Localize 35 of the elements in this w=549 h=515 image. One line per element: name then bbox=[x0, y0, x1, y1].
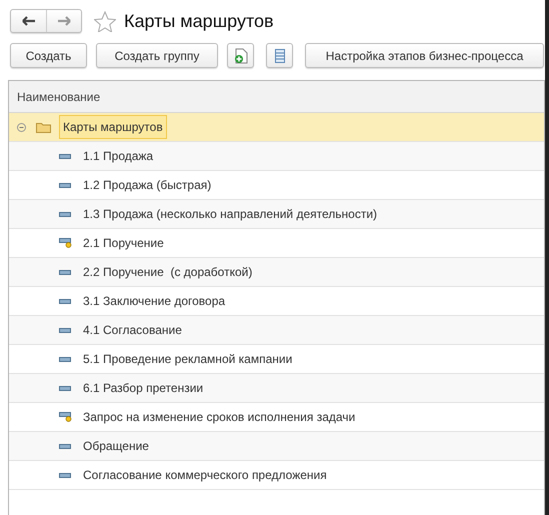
list-button[interactable] bbox=[266, 43, 293, 68]
tree-row[interactable]: Согласование коммерческого предложения bbox=[9, 461, 544, 490]
tree-row[interactable]: 2.2 Поручение (с доработкой) bbox=[9, 258, 544, 287]
tree-row[interactable]: 1.3 Продажа (несколько направлений деятельности) bbox=[9, 200, 544, 229]
folder-icon bbox=[36, 122, 51, 132]
tree-item-label: Согласование коммерческого предложения bbox=[83, 468, 327, 482]
tree-row[interactable]: 4.1 Согласование bbox=[9, 316, 544, 345]
star-icon[interactable] bbox=[94, 10, 116, 32]
toolbar-button[interactable]: Создать bbox=[10, 43, 87, 68]
tree-item-label: 1.1 Продажа bbox=[83, 149, 154, 163]
tree-item-label: 1.2 Продажа (быстрая) bbox=[83, 178, 212, 192]
tree-item-label: Обращение bbox=[83, 439, 149, 453]
tree-item-label: Запрос на изменение сроков исполнения задачи bbox=[83, 410, 356, 424]
tree-item-label: 2.2 Поручение (с доработкой) bbox=[83, 265, 252, 279]
toolbar-button[interactable]: Настройка этапов бизнес-процесса bbox=[305, 43, 544, 68]
column-header[interactable]: Наименование bbox=[9, 90, 100, 104]
tree-item-label: Карты маршрутов bbox=[59, 115, 167, 139]
tree-item-label: 4.1 Согласование bbox=[83, 323, 182, 337]
toolbar-button[interactable]: Создать группу bbox=[96, 43, 218, 68]
tree-item-label: 6.1 Разбор претензии bbox=[83, 381, 204, 395]
tree-item-label: 1.3 Продажа (несколько направлений деятельности) bbox=[83, 207, 378, 221]
tree-row[interactable]: 6.1 Разбор претензии bbox=[9, 374, 544, 403]
list-icon bbox=[274, 48, 284, 62]
tree-item-label: 2.1 Поручение bbox=[83, 236, 164, 250]
collapse-icon[interactable] bbox=[17, 122, 26, 132]
left-arrow-icon bbox=[22, 16, 36, 26]
selected-row[interactable]: Карты маршрутов bbox=[9, 113, 544, 142]
add-copy-button[interactable] bbox=[227, 43, 254, 68]
window-title: Карты маршрутов bbox=[124, 10, 274, 32]
tree-item-label: 5.1 Проведение рекламной кампании bbox=[83, 352, 292, 366]
tree-row[interactable]: 1.1 Продажа bbox=[9, 142, 544, 171]
tree-row[interactable]: Обращение bbox=[9, 432, 544, 461]
right-arrow-icon bbox=[57, 16, 71, 26]
document-plus-icon bbox=[234, 48, 248, 64]
tree-item-label: 3.1 Заключение договора bbox=[83, 294, 226, 308]
